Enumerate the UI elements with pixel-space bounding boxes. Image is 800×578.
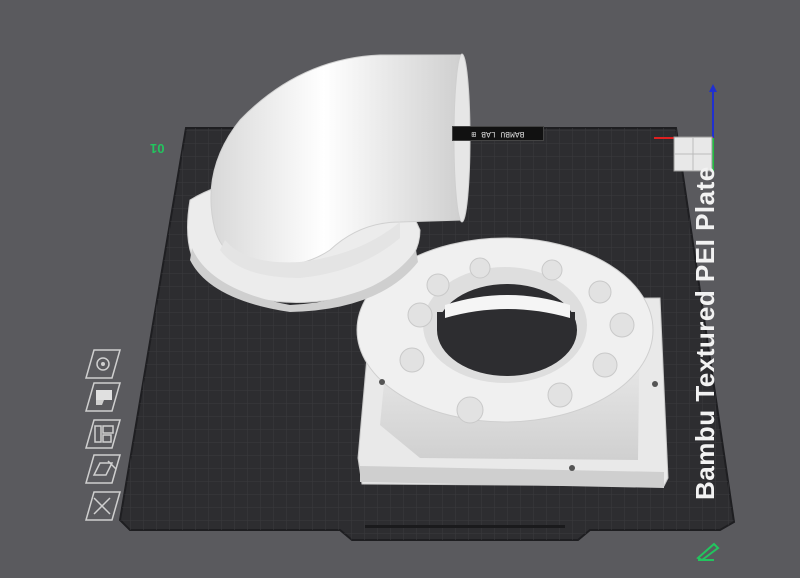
delete-button[interactable] bbox=[66, 490, 124, 522]
plate-brand-strip: BAMBU LAB ⊞ bbox=[452, 126, 544, 141]
orient-button[interactable] bbox=[66, 348, 124, 380]
pencil-icon bbox=[696, 542, 720, 562]
close-x-icon bbox=[85, 491, 121, 521]
edit-button[interactable] bbox=[66, 453, 124, 485]
edit-icon bbox=[85, 454, 121, 484]
orient-icon bbox=[85, 349, 121, 379]
plate-label: Bambu Textured PEI Plate bbox=[690, 166, 720, 500]
paint-icon bbox=[85, 382, 121, 412]
view-cube[interactable] bbox=[648, 82, 720, 174]
layout-icon bbox=[85, 419, 121, 449]
plate-number: 01 bbox=[150, 141, 165, 156]
paint-button[interactable] bbox=[66, 381, 124, 413]
plate-edit-button[interactable] bbox=[694, 540, 724, 562]
layout-button[interactable] bbox=[66, 418, 124, 450]
